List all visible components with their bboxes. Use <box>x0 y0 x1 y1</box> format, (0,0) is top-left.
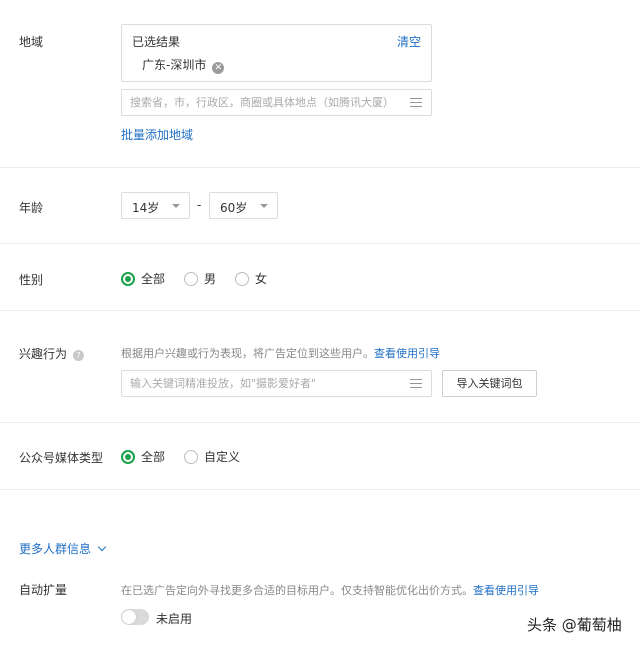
auto-expand-description-text: 在已选广告定向外寻找更多合适的目标用户。仅支持智能优化出价方式。 <box>121 584 473 597</box>
gender-option-label: 全部 <box>141 272 166 286</box>
divider <box>0 243 640 244</box>
selected-title: 已选结果 <box>132 35 181 49</box>
gender-option-label: 女 <box>255 272 268 286</box>
caret-down-icon <box>260 204 268 208</box>
keyword-input[interactable] <box>122 371 392 396</box>
media-type-label: 公众号媒体类型 <box>19 451 104 465</box>
auto-expand-toggle[interactable] <box>121 609 149 625</box>
divider <box>0 310 640 311</box>
gender-label: 性别 <box>19 273 44 287</box>
region-search-input[interactable] <box>122 90 392 115</box>
help-icon[interactable]: ? <box>73 350 85 361</box>
clear-button[interactable]: 清空 <box>397 33 421 50</box>
divider <box>0 489 640 490</box>
interest-label-text: 兴趣行为 <box>19 347 68 361</box>
gender-radio-male[interactable] <box>184 271 199 286</box>
more-audience-label: 更多人群信息 <box>19 542 92 556</box>
keyword-search <box>121 370 432 397</box>
gender-radio-group: 全部 男 女 <box>121 270 286 287</box>
region-label: 地域 <box>19 35 44 49</box>
watermark: 头条 @葡萄柚 <box>527 616 622 634</box>
interest-description-text: 根据用户兴趣或行为表现，将广告定位到这些用户。 <box>121 347 374 360</box>
interest-guide-link[interactable]: 查看使用引导 <box>374 347 440 360</box>
caret-down-icon <box>172 204 180 208</box>
age-label: 年龄 <box>19 201 44 215</box>
auto-expand-status: 未启用 <box>156 612 193 626</box>
media-type-radio-all[interactable] <box>121 449 135 464</box>
media-type-radio-group: 全部 自定义 <box>121 448 259 465</box>
age-max-value: 60岁 <box>220 201 248 215</box>
divider <box>0 167 640 168</box>
divider <box>0 422 640 423</box>
interest-label: 兴趣行为? <box>19 345 85 362</box>
gender-radio-all[interactable] <box>121 271 135 286</box>
media-type-option-label: 自定义 <box>204 450 241 464</box>
selected-region-tag-label: 广东-深圳市 <box>142 58 207 72</box>
region-search <box>121 89 432 116</box>
auto-expand-label: 自动扩量 <box>19 583 68 597</box>
more-audience-toggle[interactable]: 更多人群信息 <box>19 540 107 557</box>
remove-tag-icon[interactable]: ✕ <box>212 62 225 74</box>
interest-description: 根据用户兴趣或行为表现，将广告定位到这些用户。查看使用引导 <box>121 345 440 361</box>
auto-expand-description: 在已选广告定向外寻找更多合适的目标用户。仅支持智能优化出价方式。查看使用引导 <box>121 582 539 598</box>
gender-option-label: 男 <box>204 272 217 286</box>
gender-radio-female[interactable] <box>235 271 250 286</box>
selected-region-box: 已选结果 清空 广东-深圳市 ✕ <box>121 24 432 82</box>
list-menu-icon[interactable] <box>410 98 422 107</box>
chevron-down-icon <box>97 542 107 552</box>
media-type-radio-custom[interactable] <box>184 449 199 464</box>
age-separator: - <box>197 198 202 212</box>
batch-add-region-link[interactable]: 批量添加地域 <box>121 126 193 143</box>
age-max-select[interactable]: 60岁 <box>209 192 278 219</box>
list-menu-icon[interactable] <box>410 379 422 388</box>
media-type-option-label: 全部 <box>141 450 166 464</box>
auto-expand-guide-link[interactable]: 查看使用引导 <box>473 584 539 597</box>
age-min-value: 14岁 <box>132 201 160 215</box>
selected-region-tag: 广东-深圳市 ✕ <box>142 56 225 74</box>
import-keyword-pack-button[interactable]: 导入关键词包 <box>442 370 537 397</box>
age-min-select[interactable]: 14岁 <box>121 192 190 219</box>
